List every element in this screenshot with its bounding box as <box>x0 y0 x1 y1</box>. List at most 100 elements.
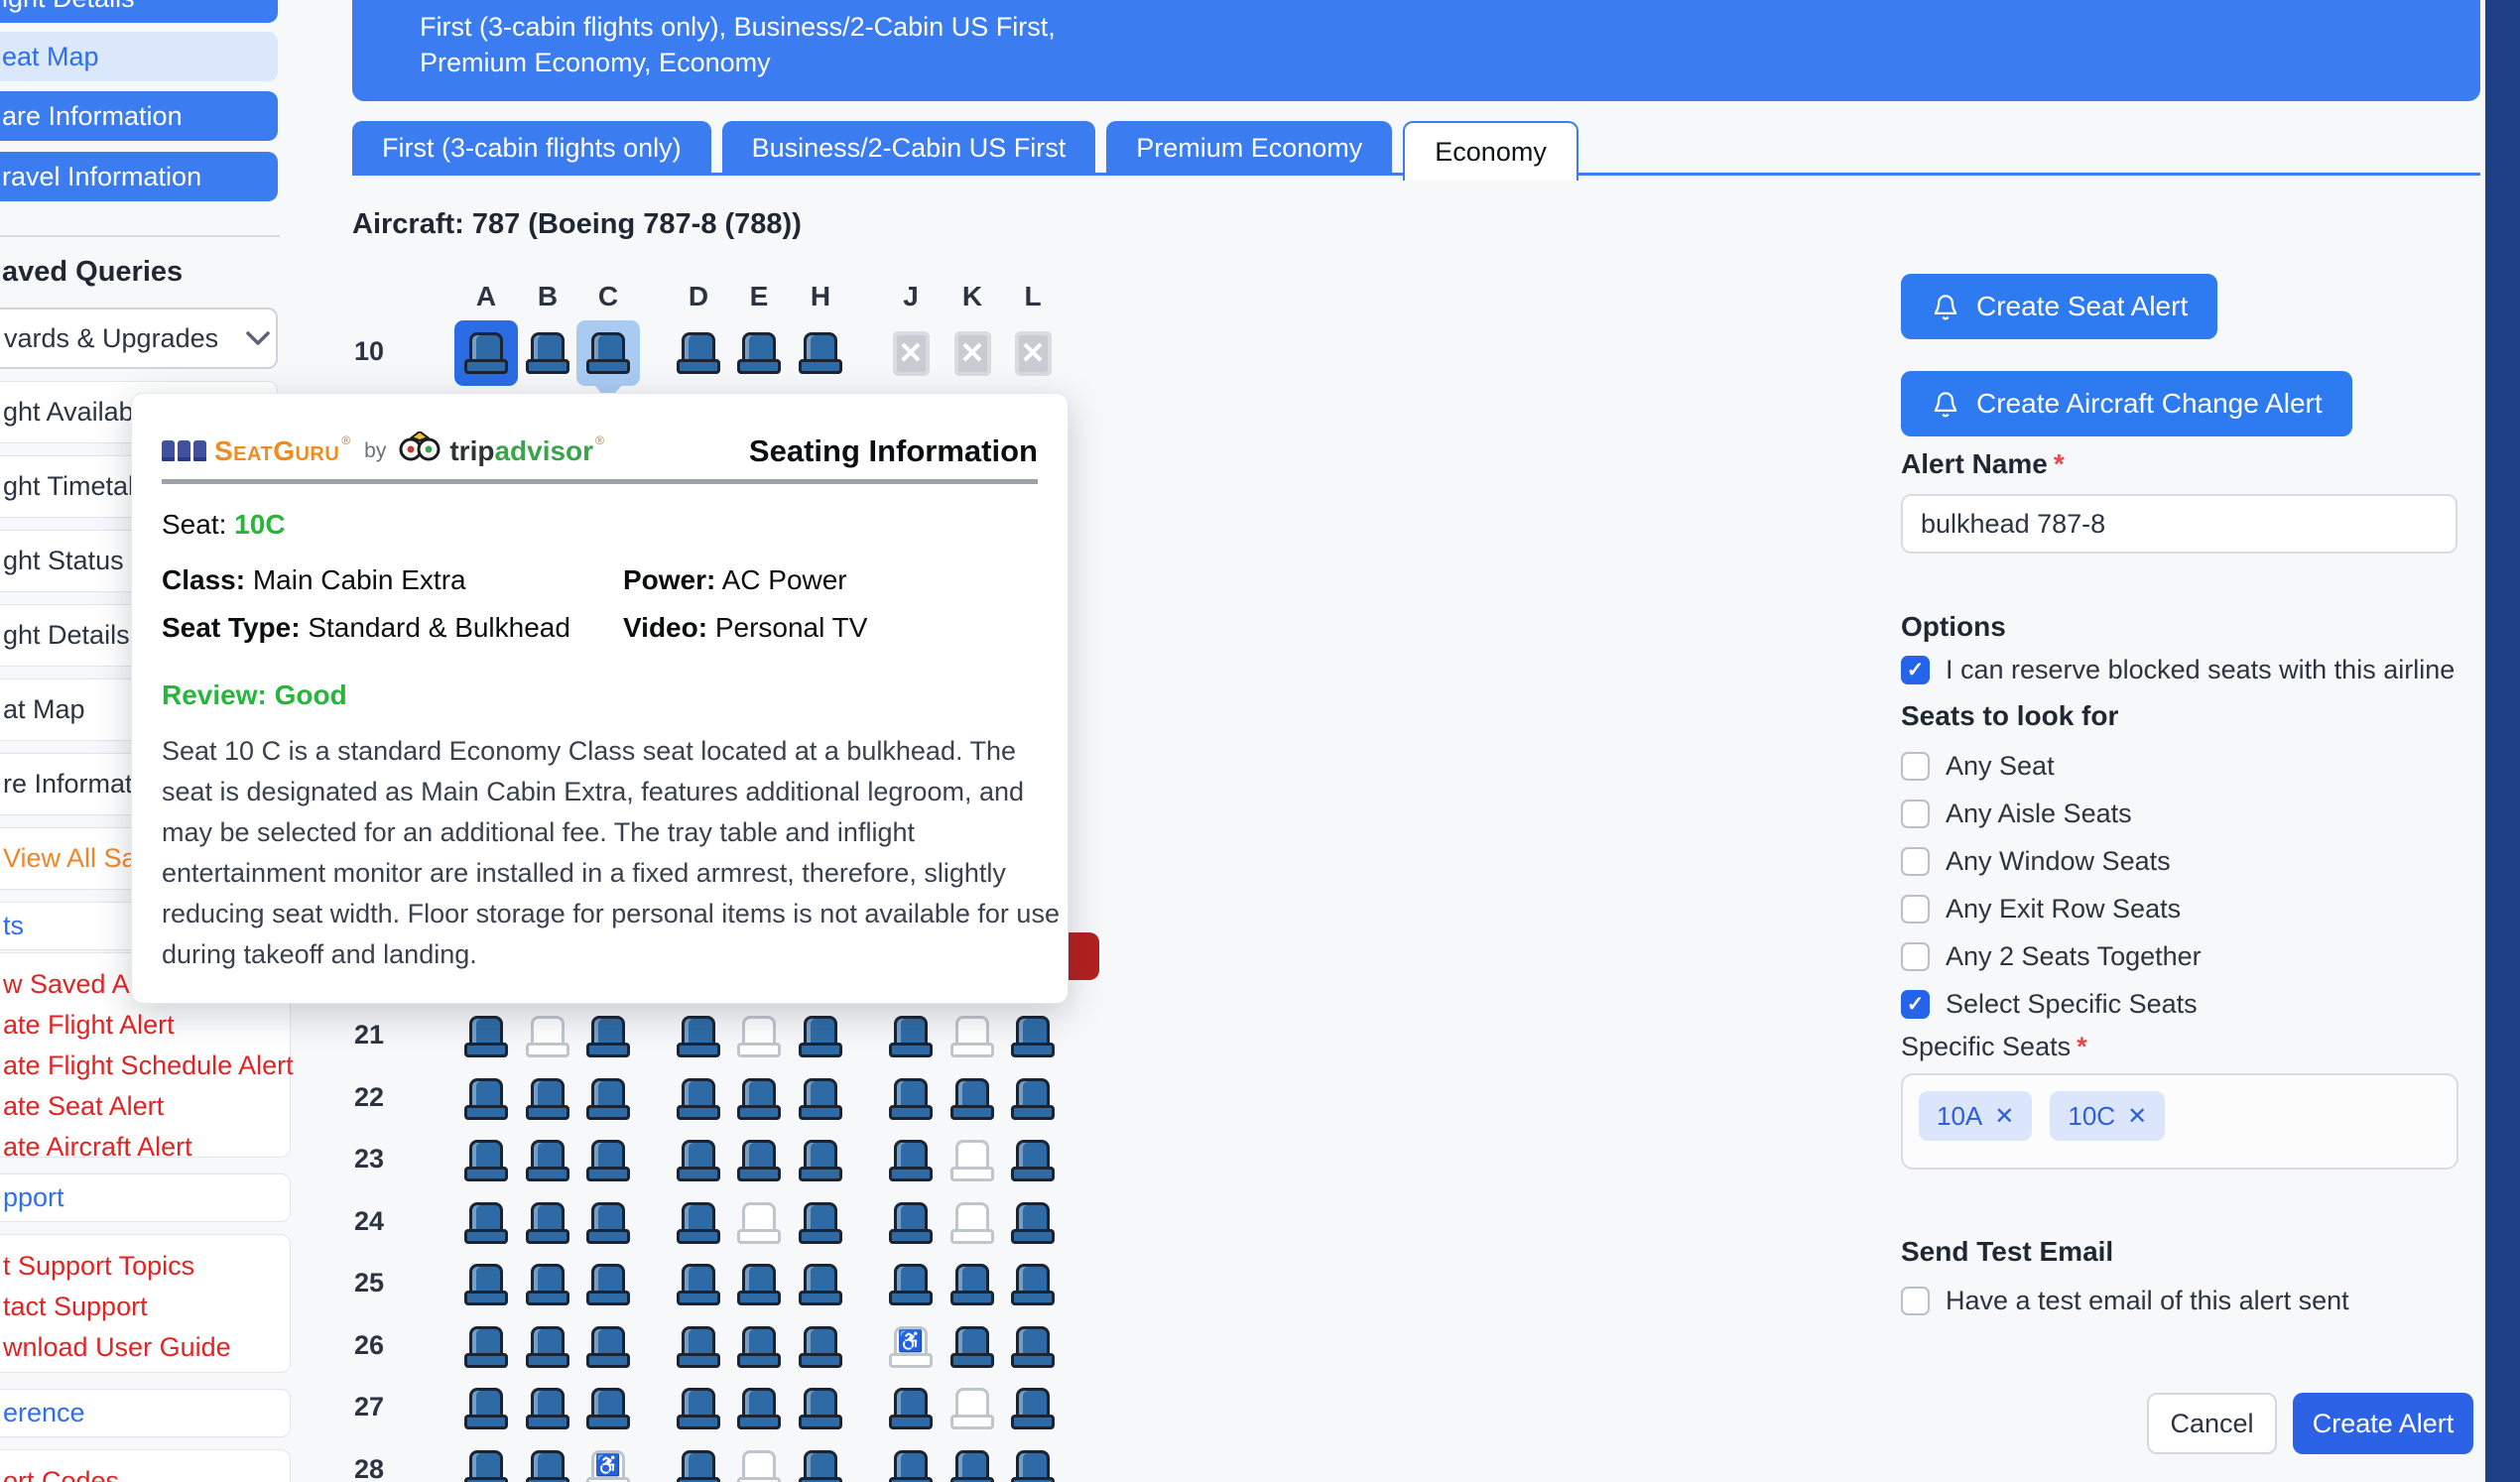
seat-22D[interactable] <box>667 1066 730 1132</box>
tab-economy[interactable]: Economy <box>1403 121 1578 181</box>
seat-21J[interactable] <box>879 1004 943 1069</box>
alert-name-input[interactable] <box>1901 494 2457 554</box>
seat-25B[interactable] <box>516 1252 579 1317</box>
seat-26K[interactable] <box>941 1314 1004 1380</box>
seat-24J[interactable] <box>879 1190 943 1256</box>
seat-26C[interactable] <box>576 1314 640 1380</box>
seat-26D[interactable] <box>667 1314 730 1380</box>
sidebar-item-ight-details[interactable]: ight Details <box>0 0 278 23</box>
seat-23H[interactable] <box>789 1128 852 1193</box>
tab-first-3-cabin-flights-only[interactable]: First (3-cabin flights only) <box>352 121 711 175</box>
create-alert-button[interactable]: Create Alert <box>2293 1393 2473 1454</box>
seat-23K[interactable] <box>941 1128 1004 1193</box>
test-email-checkbox[interactable] <box>1901 1287 1930 1315</box>
seat-28D[interactable] <box>667 1438 730 1482</box>
seat-24H[interactable] <box>789 1190 852 1256</box>
seat-10H[interactable] <box>789 320 852 386</box>
checkbox-any-window-seats[interactable] <box>1901 847 1930 876</box>
seat-21E[interactable] <box>727 1004 791 1069</box>
seat-10E[interactable] <box>727 320 791 386</box>
seat-27L[interactable] <box>1001 1376 1065 1441</box>
seat-23D[interactable] <box>667 1128 730 1193</box>
seat-25J[interactable] <box>879 1252 943 1317</box>
create-aircraft-change-alert-button[interactable]: Create Aircraft Change Alert <box>1901 371 2352 436</box>
reference-header[interactable]: erence <box>3 1398 290 1428</box>
seat-24B[interactable] <box>516 1190 579 1256</box>
link-t-support-topics[interactable]: t Support Topics <box>3 1251 290 1282</box>
seat-26L[interactable] <box>1001 1314 1065 1380</box>
seat-25A[interactable] <box>454 1252 518 1317</box>
seat-10A[interactable] <box>454 320 518 386</box>
seat-28A[interactable] <box>454 1438 518 1482</box>
seat-23A[interactable] <box>454 1128 518 1193</box>
saved-queries-dropdown[interactable]: vards & Upgrades <box>0 308 278 369</box>
seat-24K[interactable] <box>941 1190 1004 1256</box>
seat-23L[interactable] <box>1001 1128 1065 1193</box>
link-tact-support[interactable]: tact Support <box>3 1292 290 1322</box>
seat-22C[interactable] <box>576 1066 640 1132</box>
seat-21K[interactable] <box>941 1004 1004 1069</box>
seat-24L[interactable] <box>1001 1190 1065 1256</box>
seat-25C[interactable] <box>576 1252 640 1317</box>
seat-10D[interactable] <box>667 320 730 386</box>
link-ate-flight-schedule-alert[interactable]: ate Flight Schedule Alert <box>3 1050 290 1081</box>
create-seat-alert-button[interactable]: Create Seat Alert <box>1901 274 2217 339</box>
seat-28E[interactable] <box>727 1438 791 1482</box>
seat-10C[interactable] <box>576 320 640 386</box>
link-ate-aircraft-alert[interactable]: ate Aircraft Alert <box>3 1132 290 1163</box>
seat-21A[interactable] <box>454 1004 518 1069</box>
seat-25L[interactable] <box>1001 1252 1065 1317</box>
seat-28B[interactable] <box>516 1438 579 1482</box>
checkbox-any-aisle-seats[interactable] <box>1901 800 1930 828</box>
link-wnload-user-guide[interactable]: wnload User Guide <box>3 1332 290 1363</box>
seat-25K[interactable] <box>941 1252 1004 1317</box>
seat-26J[interactable]: ♿ <box>879 1314 943 1380</box>
seat-25H[interactable] <box>789 1252 852 1317</box>
seat-27C[interactable] <box>576 1376 640 1441</box>
sidebar-item-eat-map[interactable]: eat Map <box>0 32 278 81</box>
chip-remove-10a[interactable]: ✕ <box>1994 1102 2014 1131</box>
checkbox-select-specific-seats[interactable] <box>1901 990 1930 1019</box>
seat-28J[interactable] <box>879 1438 943 1482</box>
seat-22L[interactable] <box>1001 1066 1065 1132</box>
tab-premium-economy[interactable]: Premium Economy <box>1106 121 1392 175</box>
specific-seats-box[interactable]: 10A✕10C✕ <box>1901 1073 2458 1170</box>
seat-26H[interactable] <box>789 1314 852 1380</box>
seat-27B[interactable] <box>516 1376 579 1441</box>
seat-21D[interactable] <box>667 1004 730 1069</box>
seat-27H[interactable] <box>789 1376 852 1441</box>
seat-21L[interactable] <box>1001 1004 1065 1069</box>
checkbox-any-2-seats-together[interactable] <box>1901 942 1930 971</box>
checkbox-any-exit-row-seats[interactable] <box>1901 895 1930 924</box>
seat-27D[interactable] <box>667 1376 730 1441</box>
seat-27K[interactable] <box>941 1376 1004 1441</box>
seat-28H[interactable] <box>789 1438 852 1482</box>
sidebar-item-are-information[interactable]: are Information <box>0 91 278 141</box>
seat-21C[interactable] <box>576 1004 640 1069</box>
seat-22E[interactable] <box>727 1066 791 1132</box>
seat-27A[interactable] <box>454 1376 518 1441</box>
seat-24D[interactable] <box>667 1190 730 1256</box>
seat-26B[interactable] <box>516 1314 579 1380</box>
seat-27J[interactable] <box>879 1376 943 1441</box>
seat-23B[interactable] <box>516 1128 579 1193</box>
seat-23J[interactable] <box>879 1128 943 1193</box>
seat-26E[interactable] <box>727 1314 791 1380</box>
seat-23E[interactable] <box>727 1128 791 1193</box>
seat-22B[interactable] <box>516 1066 579 1132</box>
link-ate-flight-alert[interactable]: ate Flight Alert <box>3 1010 290 1041</box>
seat-21H[interactable] <box>789 1004 852 1069</box>
seat-28K[interactable] <box>941 1438 1004 1482</box>
seat-28L[interactable] <box>1001 1438 1065 1482</box>
chip-remove-10c[interactable]: ✕ <box>2127 1102 2147 1131</box>
link-ort-codes[interactable]: ort Codes <box>3 1466 290 1482</box>
seat-23C[interactable] <box>576 1128 640 1193</box>
seat-22J[interactable] <box>879 1066 943 1132</box>
seat-28C[interactable]: ♿ <box>576 1438 640 1482</box>
seat-21B[interactable] <box>516 1004 579 1069</box>
support-header[interactable]: pport <box>3 1182 290 1213</box>
seat-26A[interactable] <box>454 1314 518 1380</box>
cancel-button[interactable]: Cancel <box>2147 1393 2277 1454</box>
seat-25D[interactable] <box>667 1252 730 1317</box>
seat-25E[interactable] <box>727 1252 791 1317</box>
